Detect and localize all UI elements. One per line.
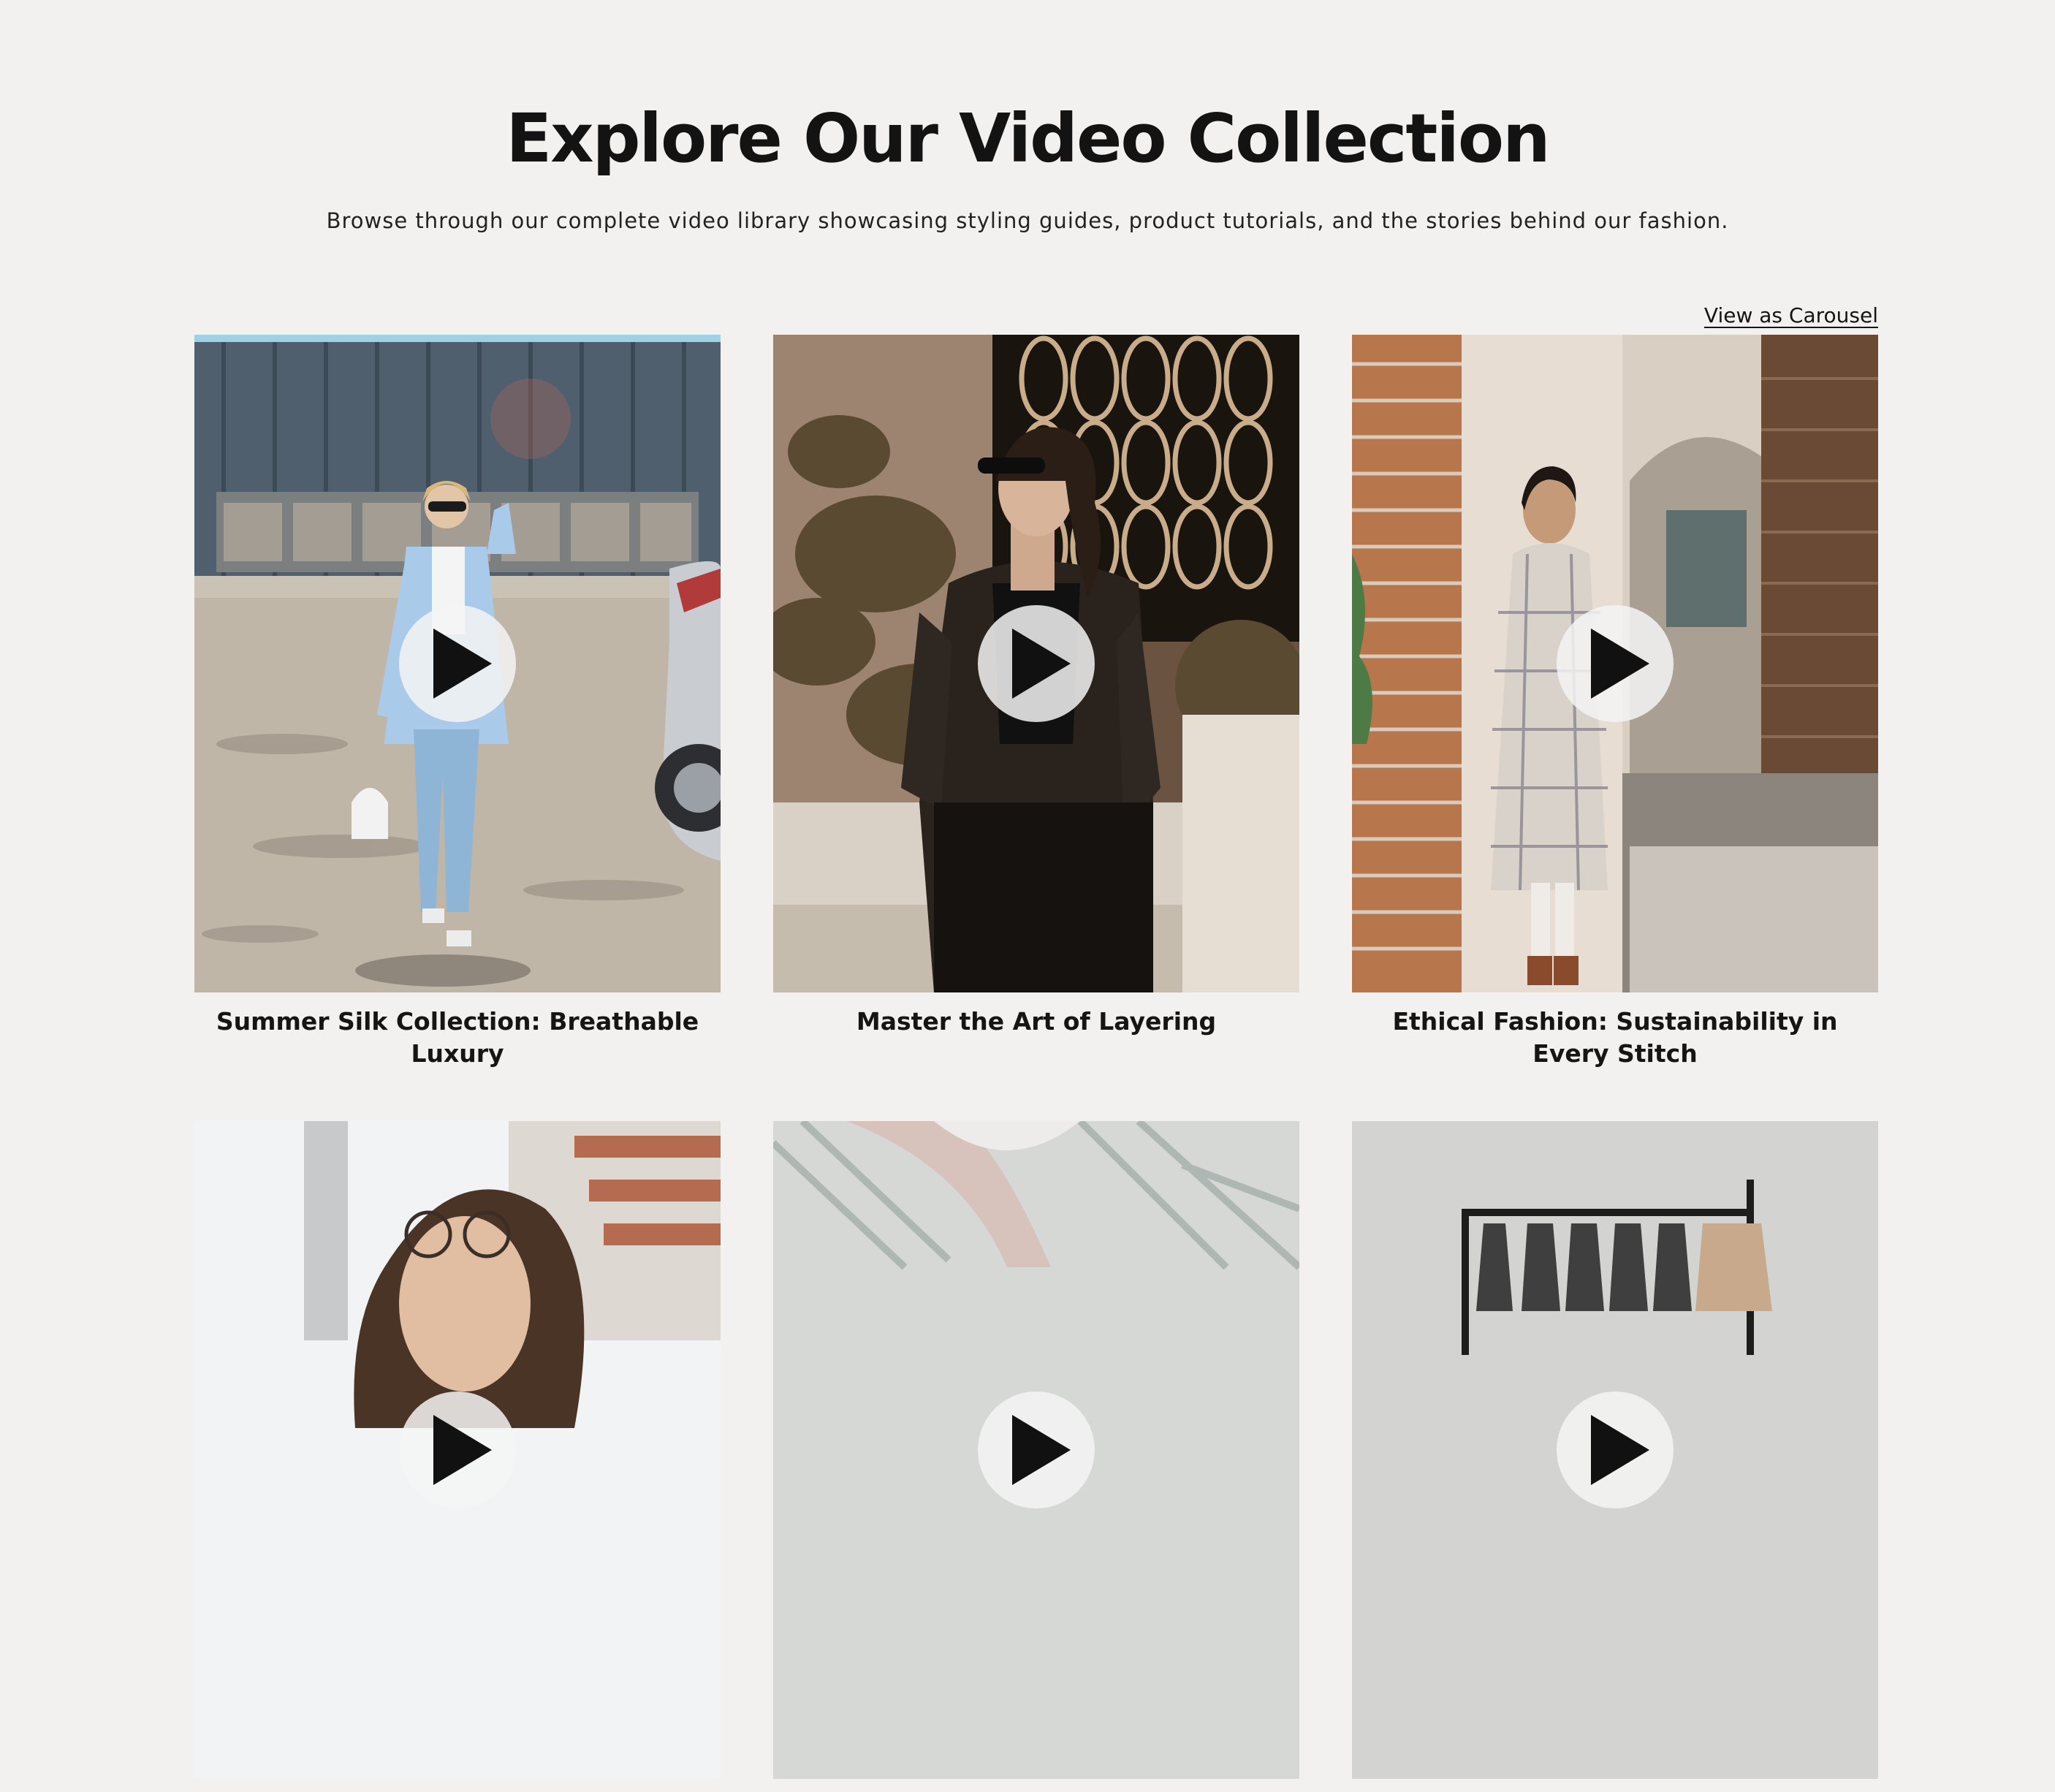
video-card[interactable]: Summer Silk Collection: Breathable Luxur… — [194, 335, 721, 1070]
video-card[interactable] — [1352, 1121, 1878, 1792]
video-thumbnail[interactable] — [773, 335, 1299, 992]
view-as-carousel-link[interactable]: View as Carousel — [1704, 301, 1878, 330]
play-button[interactable] — [399, 605, 516, 722]
play-icon — [1591, 629, 1649, 699]
video-title[interactable]: Ethical Fashion: Sustainability in Every… — [1352, 1006, 1878, 1070]
section-title: Explore Our Video Collection — [506, 99, 1550, 178]
video-thumbnail[interactable] — [1352, 1121, 1878, 1779]
video-card[interactable]: Master the Art of Layering — [773, 335, 1299, 1070]
play-button[interactable] — [1557, 605, 1674, 722]
video-card[interactable]: Ethical Fashion: Sustainability in Every… — [1352, 335, 1878, 1070]
play-button[interactable] — [978, 1392, 1095, 1508]
video-thumbnail[interactable] — [773, 1121, 1299, 1779]
section-header: Explore Our Video Collection Browse thro… — [0, 95, 2055, 235]
video-thumbnail[interactable] — [194, 335, 721, 992]
video-card[interactable] — [773, 1121, 1299, 1792]
play-button[interactable] — [1557, 1392, 1674, 1508]
video-title[interactable]: Master the Art of Layering — [773, 1006, 1299, 1038]
video-card[interactable] — [194, 1121, 721, 1792]
video-title[interactable]: Summer Silk Collection: Breathable Luxur… — [194, 1006, 721, 1070]
play-icon — [1591, 1415, 1649, 1485]
video-thumbnail[interactable] — [194, 1121, 721, 1779]
play-button[interactable] — [978, 605, 1095, 722]
section-subtitle: Browse through our complete video librar… — [326, 208, 1729, 233]
play-button[interactable] — [399, 1392, 516, 1508]
play-icon — [433, 1415, 492, 1485]
play-icon — [433, 629, 492, 699]
play-icon — [1012, 629, 1071, 699]
video-grid: Summer Silk Collection: Breathable Luxur… — [194, 335, 1878, 1792]
play-icon — [1012, 1415, 1071, 1485]
video-thumbnail[interactable] — [1352, 335, 1878, 992]
